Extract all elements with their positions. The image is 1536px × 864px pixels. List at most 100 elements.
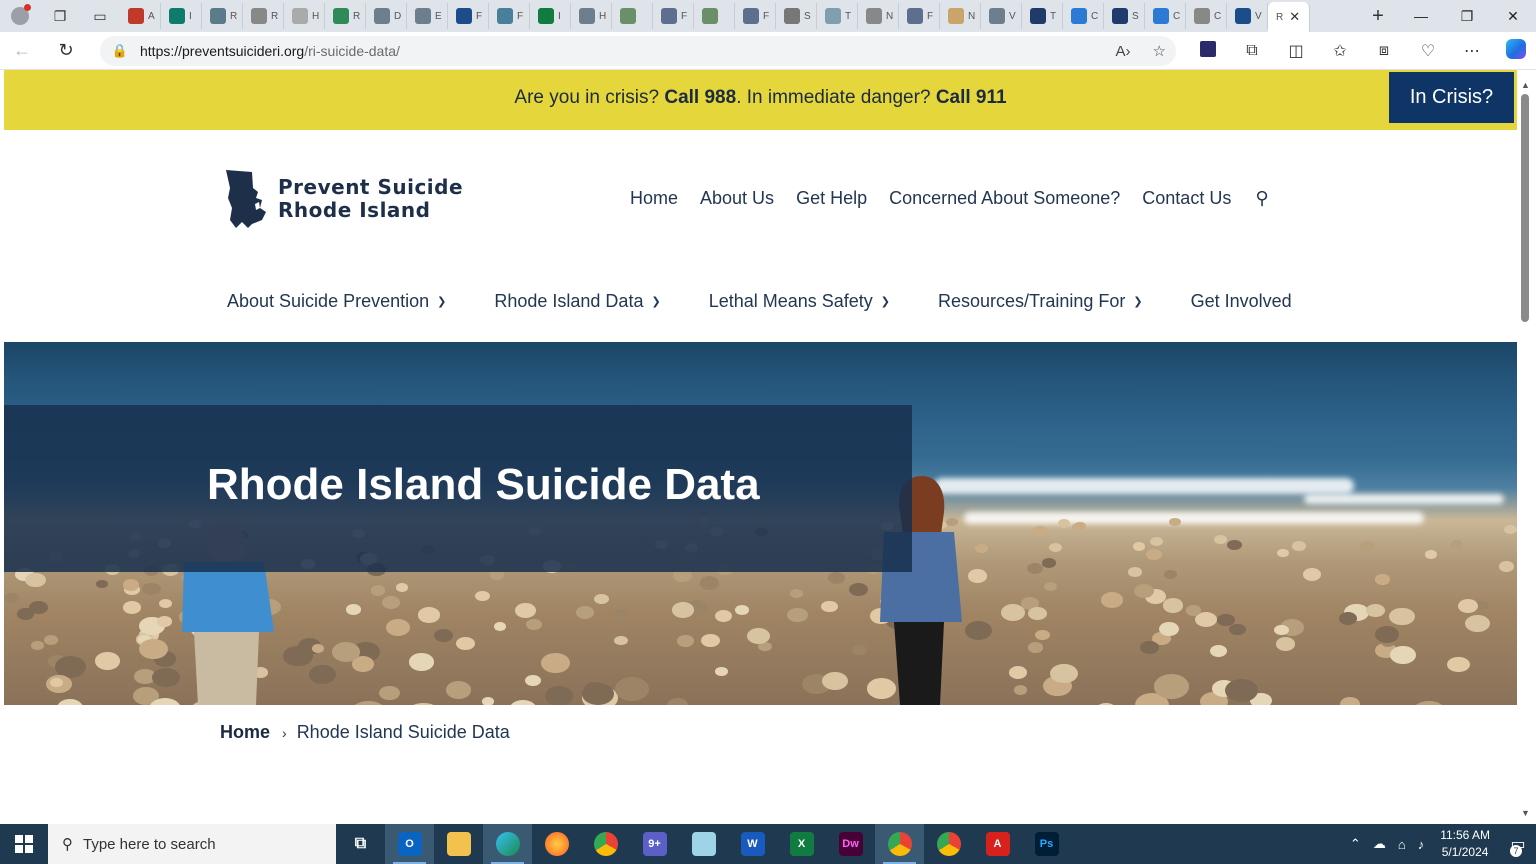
outlook-icon[interactable]: O [385, 824, 434, 864]
browser-tab[interactable]: A [120, 3, 161, 29]
browser-tab[interactable]: H [284, 3, 325, 29]
start-button[interactable] [0, 824, 48, 864]
browser-tab[interactable]: S [776, 3, 817, 29]
volume-icon[interactable]: ♪ [1418, 837, 1425, 852]
browser-tab[interactable]: I [530, 3, 571, 29]
acrobat-icon[interactable]: A [973, 824, 1022, 864]
close-icon[interactable]: ✕ [1490, 0, 1536, 32]
browser-tab[interactable]: H [571, 3, 612, 29]
tab-favicon-icon [825, 8, 841, 24]
scrollbar-thumb[interactable] [1521, 94, 1529, 322]
scroll-up-icon[interactable]: ▲ [1521, 80, 1530, 90]
browser-tab[interactable]: C [1186, 3, 1227, 29]
scroll-down-icon[interactable]: ▼ [1521, 808, 1530, 818]
workspaces-icon[interactable]: ❐ [40, 0, 80, 32]
minimize-icon[interactable]: — [1398, 0, 1444, 32]
browser-tab[interactable]: S [1104, 3, 1145, 29]
word-icon[interactable]: W [728, 824, 777, 864]
browser-tab[interactable]: V [981, 3, 1022, 29]
teams-icon[interactable]: 9+ [630, 824, 679, 864]
search-icon[interactable]: ⚲ [1255, 188, 1268, 209]
read-aloud-icon[interactable]: A› [1116, 43, 1131, 60]
browser-essentials-icon[interactable]: ♡ [1406, 41, 1450, 61]
chevron-up-icon[interactable]: ⌃ [1350, 836, 1361, 852]
close-tab-icon[interactable]: ✕ [1289, 9, 1300, 25]
menu-get-involved[interactable]: Get Involved [1191, 291, 1292, 312]
browser-tab[interactable]: I [161, 3, 202, 29]
chrome-icon-2[interactable] [924, 824, 973, 864]
nav-concerned-about-someone[interactable]: Concerned About Someone? [889, 188, 1120, 209]
url-text[interactable]: https://preventsuicideri.org/ri-suicide-… [140, 43, 400, 59]
favorite-star-icon[interactable]: ☆ [1153, 42, 1166, 60]
notepad-icon[interactable] [679, 824, 728, 864]
nav-get-help[interactable]: Get Help [796, 188, 867, 209]
nav-home[interactable]: Home [630, 188, 678, 209]
browser-tab[interactable]: F [489, 3, 530, 29]
browser-tab[interactable]: C [1063, 3, 1104, 29]
excel-icon[interactable]: X [777, 824, 826, 864]
rock [94, 651, 120, 670]
browser-tab[interactable]: E [407, 3, 448, 29]
browser-tab[interactable]: N [858, 3, 899, 29]
browser-tab[interactable] [612, 3, 653, 29]
chrome-profile-icon[interactable] [875, 824, 924, 864]
address-bar[interactable]: 🔒 https://preventsuicideri.org/ri-suicid… [100, 36, 1176, 66]
dreamweaver-icon[interactable]: Dw [826, 824, 875, 864]
file-explorer-icon[interactable] [434, 824, 483, 864]
browser-tab[interactable]: F [653, 3, 694, 29]
browser-tab[interactable]: C [1145, 3, 1186, 29]
browser-tab[interactable]: T [1022, 3, 1063, 29]
profile-button[interactable] [0, 0, 40, 32]
menu-lethal-means-safety[interactable]: Lethal Means Safety ❯ [709, 291, 890, 312]
menu-rhode-island-data[interactable]: Rhode Island Data ❯ [494, 291, 660, 312]
firefox-icon[interactable] [532, 824, 581, 864]
browser-tab[interactable] [694, 3, 735, 29]
browser-tab[interactable]: R [243, 3, 284, 29]
nav-about-us[interactable]: About Us [700, 188, 774, 209]
browser-tab-active[interactable]: R ✕ [1268, 2, 1310, 32]
breadcrumb-home[interactable]: Home [220, 722, 270, 743]
tab-favicon-icon [497, 8, 513, 24]
edge-icon[interactable] [483, 824, 532, 864]
in-crisis-button[interactable]: In Crisis? [1389, 72, 1514, 123]
collections-icon[interactable]: ⧈ [1362, 42, 1406, 60]
browser-tab[interactable]: F [735, 3, 776, 29]
clock[interactable]: 11:56 AM 5/1/2024 [1440, 827, 1490, 861]
taskbar-search[interactable]: ⚲ Type here to search [48, 824, 336, 864]
restore-icon[interactable]: ❐ [1444, 0, 1490, 32]
rock [25, 572, 46, 588]
browser-tab[interactable]: F [899, 3, 940, 29]
search-placeholder: Type here to search [83, 835, 216, 853]
tab-actions-icon[interactable]: ▭ [80, 0, 120, 32]
more-menu-icon[interactable]: ⋯ [1450, 41, 1494, 61]
windows-taskbar: ⚲ Type here to search ⧉ O 9+ W X Dw A Ps… [0, 824, 1536, 864]
browser-tab[interactable]: V [1227, 3, 1268, 29]
browser-tab[interactable]: T [817, 3, 858, 29]
chrome-icon[interactable] [581, 824, 630, 864]
browser-tab[interactable]: N [940, 3, 981, 29]
onedrive-icon[interactable]: ☁ [1373, 836, 1386, 852]
copilot-icon[interactable] [1494, 38, 1536, 64]
menu-resources-training-for[interactable]: Resources/Training For ❯ [938, 291, 1143, 312]
page-scrollbar[interactable]: ▲ ▼ [1517, 70, 1536, 822]
nav-contact-us[interactable]: Contact Us [1142, 188, 1231, 209]
network-icon[interactable]: ⌂ [1398, 837, 1406, 852]
site-logo[interactable]: Prevent Suicide Rhode Island [222, 168, 463, 230]
refresh-button[interactable]: ↻ [44, 32, 88, 70]
lock-icon[interactable]: 🔒 [100, 43, 140, 59]
extensions-puzzle-icon[interactable]: ⧉ [1230, 42, 1274, 60]
favorites-icon[interactable]: ✩ [1318, 41, 1362, 61]
back-button[interactable]: ← [0, 32, 44, 70]
photoshop-icon[interactable]: Ps [1022, 824, 1071, 864]
task-view-icon[interactable]: ⧉ [336, 824, 385, 864]
new-tab-button[interactable]: + [1358, 5, 1398, 28]
browser-tab[interactable]: R [202, 3, 243, 29]
split-screen-icon[interactable]: ◫ [1274, 41, 1318, 61]
browser-tab[interactable]: D [366, 3, 407, 29]
browser-tab[interactable]: F [448, 3, 489, 29]
tab-label: E [435, 10, 442, 22]
browser-tab[interactable]: R [325, 3, 366, 29]
menu-about-suicide-prevention[interactable]: About Suicide Prevention ❯ [227, 291, 446, 312]
extension-icon[interactable] [1186, 40, 1230, 62]
notification-center-icon[interactable]: ▭7 [1500, 824, 1536, 864]
